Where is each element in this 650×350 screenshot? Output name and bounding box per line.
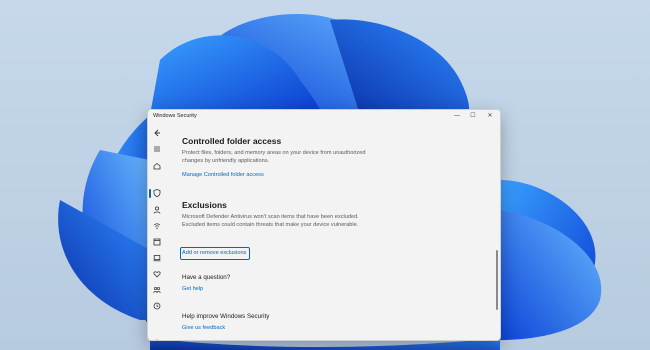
close-button[interactable]: ✕ xyxy=(483,111,497,122)
title-bar[interactable]: Windows Security — ☐ ✕ xyxy=(148,110,500,124)
laptop-icon[interactable] xyxy=(151,252,163,264)
cfa-description-line-2: changes by unfriendly applications. xyxy=(182,158,270,164)
exclusions-heading: Exclusions xyxy=(182,200,227,210)
navigation-sidebar xyxy=(148,124,166,340)
exclusions-description: Microsoft Defender Antivirus won't scan … xyxy=(182,213,412,229)
cfa-heading: Controlled folder access xyxy=(182,136,282,146)
heartbeat-icon[interactable] xyxy=(151,268,163,280)
minimize-button[interactable]: — xyxy=(450,111,464,122)
window-title: Windows Security xyxy=(153,113,197,119)
maximize-button[interactable]: ☐ xyxy=(466,111,480,122)
scrollbar[interactable] xyxy=(496,250,498,310)
exclusions-description-line-1: Microsoft Defender Antivirus won't scan … xyxy=(182,214,359,220)
family-icon[interactable] xyxy=(151,284,163,296)
gear-icon[interactable] xyxy=(151,337,163,340)
app-browser-icon[interactable] xyxy=(151,236,163,248)
back-arrow-icon[interactable] xyxy=(151,127,163,139)
person-icon[interactable] xyxy=(151,204,163,216)
cfa-description: Protect files, folders, and memory areas… xyxy=(182,149,412,165)
manage-cfa-link[interactable]: Manage Controlled folder access xyxy=(182,172,264,178)
history-icon[interactable] xyxy=(151,300,163,312)
hamburger-menu-icon[interactable] xyxy=(151,143,163,155)
question-heading: Have a question? xyxy=(182,274,231,281)
home-icon[interactable] xyxy=(151,160,163,172)
feedback-link[interactable]: Give us feedback xyxy=(182,325,225,331)
get-help-link[interactable]: Get help xyxy=(182,286,203,292)
windows-security-window: Windows Security — ☐ ✕ Controlled folder… xyxy=(147,109,501,341)
main-content: Controlled folder access Protect files, … xyxy=(173,124,491,340)
wifi-icon[interactable] xyxy=(151,220,163,232)
shield-icon[interactable] xyxy=(151,187,163,199)
exclusions-description-line-2: Excluded items could contain threats tha… xyxy=(182,222,359,228)
add-remove-exclusions-link[interactable]: Add or remove exclusions xyxy=(182,250,246,256)
cfa-description-line-1: Protect files, folders, and memory areas… xyxy=(182,150,366,156)
improve-heading: Help improve Windows Security xyxy=(182,313,270,320)
